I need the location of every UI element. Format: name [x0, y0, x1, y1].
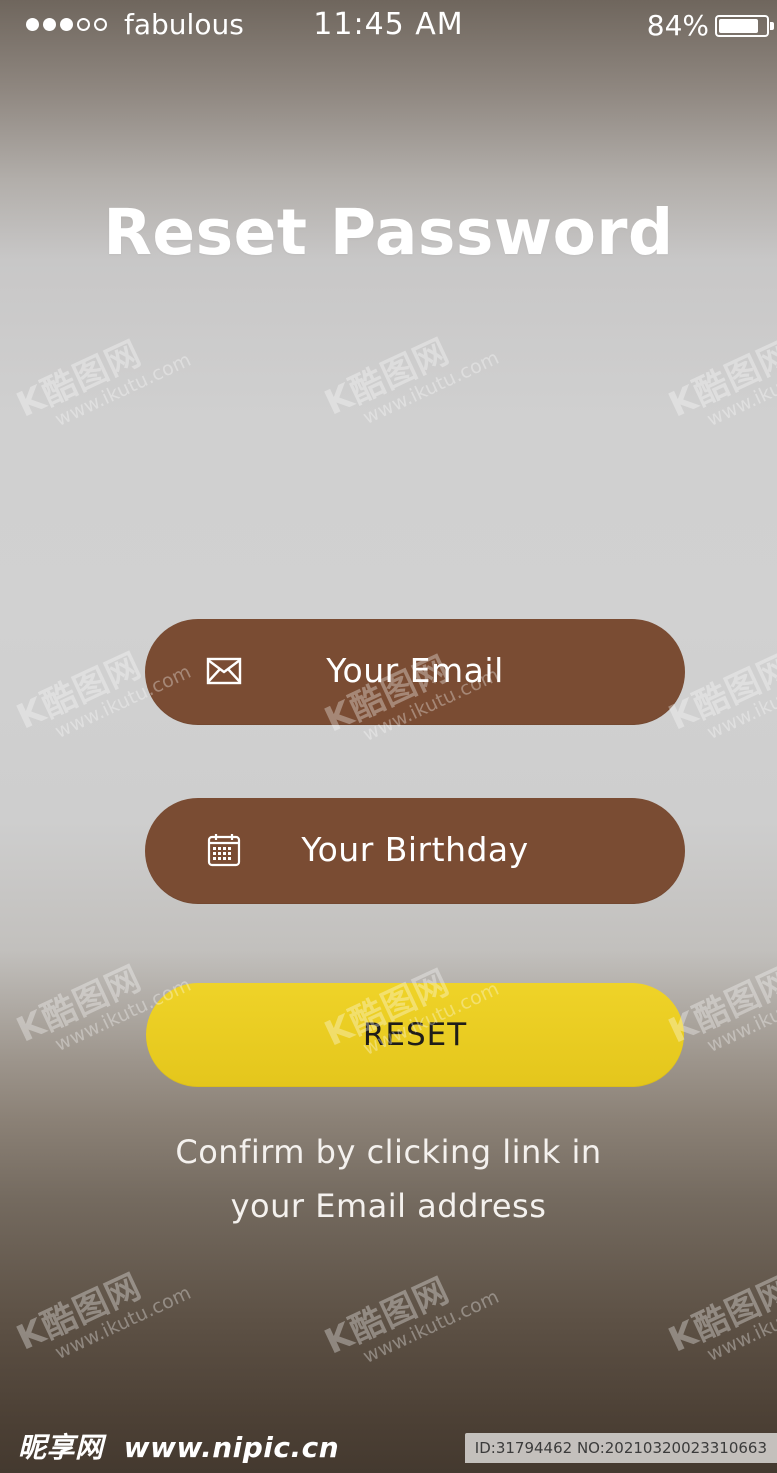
watermark: K酷图网 www.ikutu.com: [662, 1268, 777, 1366]
watermark: K酷图网 www.ikutu.com: [10, 333, 195, 431]
watermark: K酷图网 www.ikutu.com: [318, 1270, 503, 1368]
birthday-field[interactable]: Your Birthday: [145, 798, 685, 904]
battery-status: 84%: [646, 9, 774, 42]
reset-button[interactable]: RESET: [146, 983, 684, 1087]
email-field-label: Your Email: [326, 651, 504, 690]
footer-brand-name: 昵享网: [18, 1431, 104, 1464]
battery-icon: [715, 15, 774, 37]
watermark: K酷图网 www.ikutu.com: [10, 1266, 195, 1364]
birthday-field-label: Your Birthday: [301, 830, 529, 869]
watermark: K酷图网 www.ikutu.com: [318, 331, 503, 429]
confirm-message-line-1: Confirm by clicking link in: [175, 1133, 602, 1171]
battery-fill-icon: [719, 19, 758, 33]
footer-brand-site: www.nipic.cn: [123, 1431, 340, 1464]
confirm-message: Confirm by clicking link in your Email a…: [0, 1125, 777, 1233]
battery-percent: 84%: [646, 9, 709, 42]
confirm-message-line-2: your Email address: [230, 1187, 547, 1225]
footer-brand: 昵享网 www.nipic.cn: [18, 1431, 339, 1465]
page-title: Reset Password: [103, 196, 674, 269]
watermark: K酷图网 www.ikutu.com: [662, 333, 777, 431]
status-bar: fabulous 11:45 AM 84%: [0, 0, 777, 52]
footer-id-text: ID:31794462 NO:20210320023310663: [464, 1433, 777, 1463]
email-field[interactable]: Your Email: [145, 619, 685, 725]
reset-password-screen: fabulous 11:45 AM 84% Reset Password You…: [0, 0, 777, 1473]
